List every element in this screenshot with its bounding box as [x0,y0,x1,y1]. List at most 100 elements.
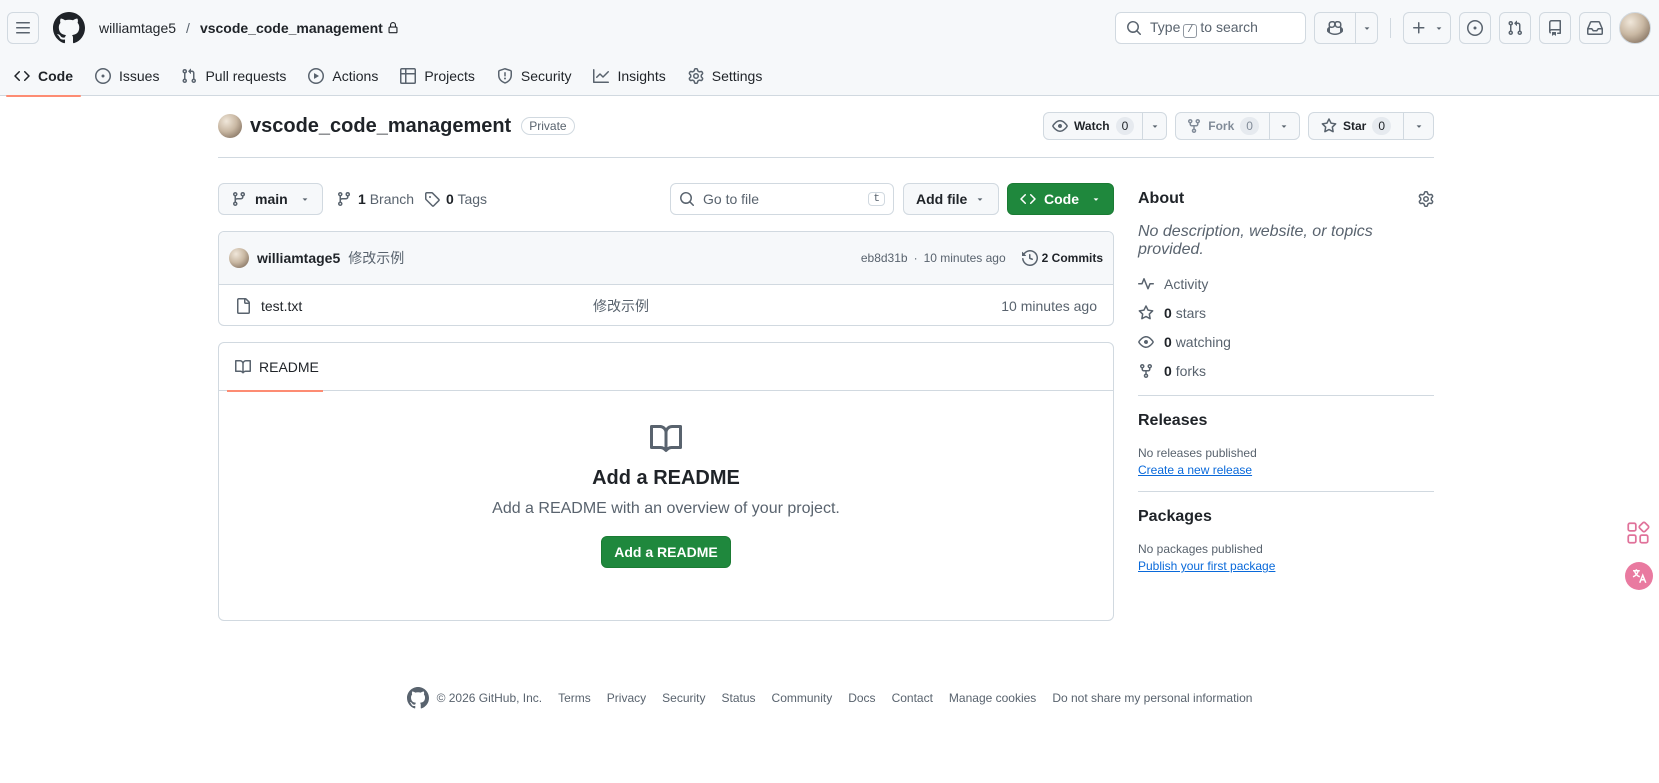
apps-widget-icon[interactable] [1625,520,1651,546]
go-to-file-input[interactable]: Go to file t [670,183,894,215]
file-commit-message-link[interactable]: 修改示例 [593,296,649,316]
watch-dropdown-chevron-icon[interactable] [1142,113,1166,139]
commit-message-link[interactable]: 修改示例 [348,248,404,268]
commits-count-label: 2 Commits [1041,251,1103,265]
add-file-button[interactable]: Add file [903,183,999,215]
readme-empty-title: Add a README [592,467,740,489]
tab-code[interactable]: Code [6,56,81,97]
forks-link[interactable]: 0 forks [1138,356,1434,385]
add-readme-button[interactable]: Add a README [601,536,731,568]
branches-link[interactable]: 1 Branch [336,183,414,215]
chevron-down-icon [1091,194,1101,204]
tab-issues[interactable]: Issues [87,56,167,96]
github-logo-icon[interactable] [53,12,85,44]
file-icon [235,297,251,314]
fork-count: 0 [1240,117,1259,135]
watch-button[interactable]: Watch 0 [1044,113,1142,139]
branch-chevron-icon [300,194,310,204]
pulse-icon [1138,276,1154,292]
create-release-link[interactable]: Create a new release [1138,463,1252,477]
branch-name: main [255,191,288,207]
commit-meta: eb8d31b · 10 minutes ago 2 Commits [861,250,1103,266]
releases-empty-text: No releases published [1138,446,1257,460]
add-file-label: Add file [916,191,968,207]
chevron-down-icon [975,194,985,204]
tags-link[interactable]: 0 Tags [424,183,487,215]
watch-label: Watch [1074,119,1110,133]
watching-link[interactable]: 0 watching [1138,327,1434,356]
star-button[interactable]: Star 0 [1309,113,1403,139]
releases-title[interactable]: Releases [1138,412,1434,430]
tab-insights[interactable]: Insights [585,56,673,96]
footer-link-contact[interactable]: Contact [892,691,933,705]
tab-label: Actions [332,68,379,84]
readme-empty-description: Add a README with an overview of your pr… [492,500,840,517]
search-shortcut-key: / [1183,23,1198,38]
user-avatar[interactable] [1619,12,1651,44]
star-button-group: Star 0 [1307,112,1434,140]
inbox-button[interactable] [1579,12,1611,44]
search-icon [679,191,695,207]
about-description: No description, website, or topics provi… [1138,223,1373,258]
create-new-button-group[interactable] [1403,12,1451,44]
activity-link[interactable]: Activity [1138,269,1434,298]
commit-hash-link[interactable]: eb8d31b [861,251,908,265]
commit-author-avatar[interactable] [229,248,249,268]
publish-package-link[interactable]: Publish your first package [1138,559,1275,573]
translate-widget-icon[interactable] [1625,562,1653,590]
commits-history-link[interactable]: 2 Commits [1021,250,1103,266]
stars-link[interactable]: 0 stars [1138,298,1434,327]
tab-pull-requests[interactable]: Pull requests [173,56,294,96]
footer-link-do-not-share[interactable]: Do not share my personal information [1052,691,1252,705]
tab-label: Projects [424,68,475,84]
site-footer: © 2026 GitHub, Inc. Terms Privacy Securi… [0,686,1659,710]
footer-link-manage-cookies[interactable]: Manage cookies [949,691,1036,705]
owner-avatar[interactable] [218,114,242,138]
menu-button[interactable] [7,12,39,44]
packages-title[interactable]: Packages [1138,508,1434,526]
table-icon [400,68,417,84]
issue-icon [95,68,111,84]
footer-link-community[interactable]: Community [772,691,833,705]
search-prefix-text: Type [1150,18,1181,35]
breadcrumb-owner-link[interactable]: williamtage5 [99,20,176,36]
tab-projects[interactable]: Projects [392,56,483,96]
table-row[interactable]: test.txt 修改示例 10 minutes ago [219,285,1113,325]
fork-dropdown-chevron-icon[interactable] [1268,113,1299,139]
global-search-input[interactable]: Type / to search [1115,12,1306,44]
tab-security[interactable]: Security [489,56,580,96]
footer-link-privacy[interactable]: Privacy [607,691,646,705]
watching-label: watching [1175,333,1231,350]
global-header: williamtage5 / vscode_code_management Ty… [0,0,1659,97]
copilot-dropdown-chevron-icon[interactable] [1355,13,1377,43]
eye-icon [1138,334,1154,350]
footer-link-security[interactable]: Security [662,691,705,705]
star-dropdown-chevron-icon[interactable] [1403,113,1433,139]
breadcrumb-repo-link[interactable]: vscode_code_management [200,20,383,36]
gear-icon[interactable] [1418,191,1434,207]
tab-actions[interactable]: Actions [300,56,386,96]
tab-label: Code [38,68,73,84]
commit-author-link[interactable]: williamtage5 [257,250,340,266]
tab-settings[interactable]: Settings [680,56,771,96]
readme-tab-label: README [259,359,319,375]
github-footer-logo-icon[interactable] [406,687,429,709]
git-branch-icon [231,191,247,207]
footer-link-status[interactable]: Status [722,691,756,705]
code-download-button[interactable]: Code [1007,183,1114,215]
footer-link-terms[interactable]: Terms [558,691,591,705]
repositories-shortcut-button[interactable] [1539,12,1571,44]
watch-count: 0 [1115,117,1135,135]
file-name-link[interactable]: test.txt [261,298,302,314]
copilot-icon[interactable] [1315,13,1355,43]
pull-requests-shortcut-button[interactable] [1499,12,1531,44]
footer-copyright: © 2026 GitHub, Inc. [406,687,542,709]
branch-count: 1 [358,191,366,207]
tab-label: Insights [617,68,666,84]
issues-shortcut-button[interactable] [1459,12,1491,44]
footer-link-docs[interactable]: Docs [848,691,875,705]
tab-readme[interactable]: README [227,343,323,392]
repo-name-link[interactable]: vscode_code_management [250,115,511,138]
fork-button[interactable]: Fork 0 [1176,113,1269,139]
branch-selector-button[interactable]: main [218,183,323,215]
